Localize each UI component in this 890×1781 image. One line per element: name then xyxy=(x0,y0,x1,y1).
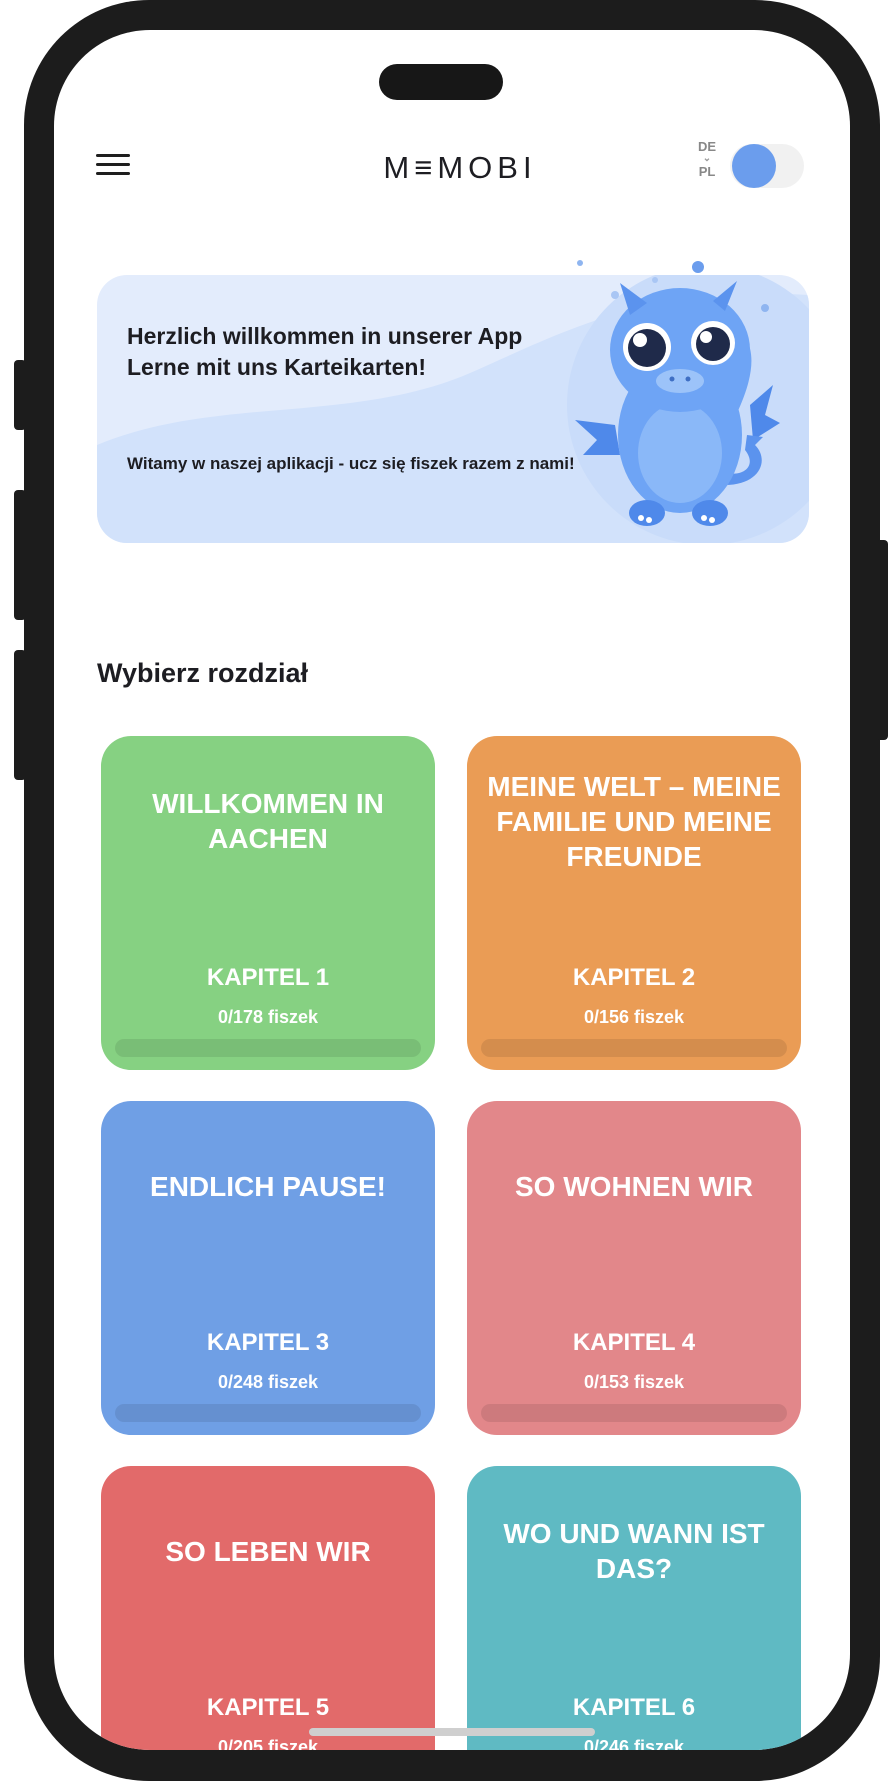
app-screen: M≡MOBI DE ⌄ PL Herzlich willkommen in un… xyxy=(54,30,850,1750)
flashcard-count: 0/205 fiszek xyxy=(217,1737,319,1750)
flashcard-count: 0/248 fiszek xyxy=(217,1372,319,1392)
phone-side-button xyxy=(876,540,888,740)
welcome-banner: Herzlich willkommen in unserer App Lerne… xyxy=(97,260,809,573)
phone-side-button xyxy=(14,490,26,620)
dragon-mascot-icon xyxy=(575,260,780,526)
app-header: M≡MOBI DE ⌄ PL xyxy=(54,130,850,210)
progress-bar xyxy=(115,1404,421,1422)
chapter-title: MEINE WELT – MEINE FAMILIE UND MEINE FRE… xyxy=(487,770,781,872)
hamburger-menu-icon[interactable] xyxy=(96,154,130,180)
flashcard-count: 0/156 fiszek xyxy=(583,1007,685,1027)
section-title: Wybierz rozdział xyxy=(97,658,309,688)
phone-side-button xyxy=(14,360,26,430)
chapter-card-3[interactable]: ENDLICH PAUSE! KAPITEL 3 0/248 fiszek xyxy=(101,1101,435,1435)
chapter-card-1[interactable]: WILLKOMMEN IN AACHEN KAPITEL 1 0/178 fis… xyxy=(101,736,435,1070)
flashcard-count: 0/178 fiszek xyxy=(217,1007,319,1027)
progress-bar xyxy=(481,1404,787,1422)
language-toggle[interactable] xyxy=(730,144,804,188)
chapter-card-2[interactable]: MEINE WELT – MEINE FAMILIE UND MEINE FRE… xyxy=(467,736,801,1070)
chapter-card-4[interactable]: SO WOHNEN WIR KAPITEL 4 0/153 fiszek xyxy=(467,1101,801,1435)
flashcard-count: 0/246 fiszek xyxy=(583,1737,685,1750)
progress-bar xyxy=(481,1039,787,1057)
progress-bar xyxy=(115,1039,421,1057)
dynamic-island xyxy=(379,64,503,100)
chapter-title: WO UND WANN IST DAS? xyxy=(503,1518,765,1584)
chapter-title: SO WOHNEN WIR xyxy=(515,1170,753,1202)
chapter-number: KAPITEL 6 xyxy=(572,1694,696,1721)
chapter-number: KAPITEL 2 xyxy=(572,964,696,991)
chapter-number: KAPITEL 3 xyxy=(206,1329,330,1356)
app-logo: M≡MOBI xyxy=(383,150,537,185)
chapter-card-5[interactable]: SO LEBEN WIR KAPITEL 5 0/205 fiszek xyxy=(101,1466,435,1750)
lang-from-label: DE xyxy=(697,139,717,154)
chapter-number: KAPITEL 1 xyxy=(206,964,330,991)
chapter-card-6[interactable]: WO UND WANN IST DAS? KAPITEL 6 0/246 fis… xyxy=(467,1466,801,1750)
chapter-number: KAPITEL 5 xyxy=(206,1694,330,1721)
lang-to-label: PL xyxy=(698,164,716,179)
chapter-title: SO LEBEN WIR xyxy=(165,1535,371,1567)
chapter-title: ENDLICH PAUSE! xyxy=(150,1170,386,1202)
banner-subtitle: Witamy w naszej aplikacji - ucz się fisz… xyxy=(127,454,575,473)
chapter-title: WILLKOMMEN IN AACHEN xyxy=(152,788,384,854)
toggle-knob xyxy=(732,144,776,188)
phone-side-button xyxy=(14,650,26,780)
flashcard-count: 0/153 fiszek xyxy=(583,1372,685,1392)
home-indicator[interactable] xyxy=(309,1728,595,1736)
language-direction-indicator: DE ⌄ PL xyxy=(694,140,720,178)
chapter-number: KAPITEL 4 xyxy=(572,1329,696,1356)
